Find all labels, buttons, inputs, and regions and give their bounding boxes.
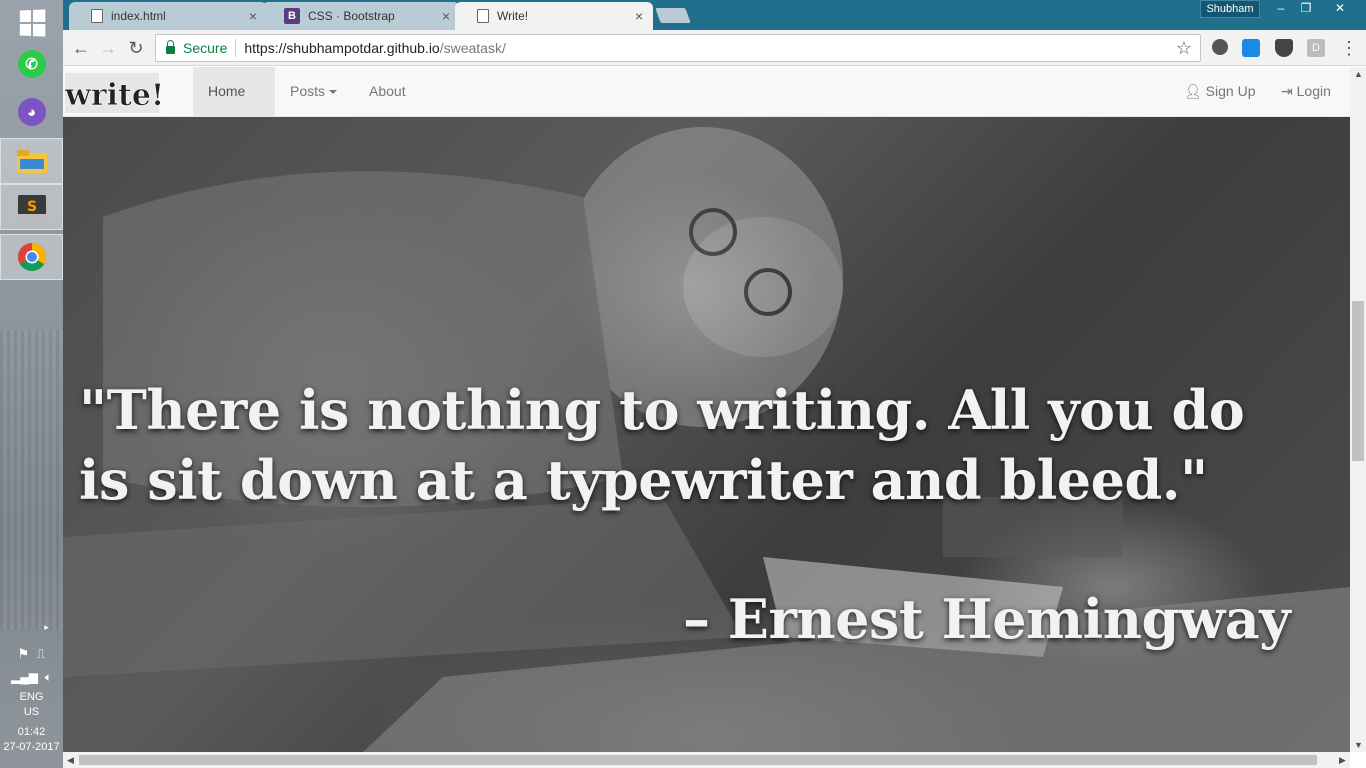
page-icon [91, 9, 103, 23]
scroll-down-icon[interactable]: ▼ [1354, 740, 1363, 750]
whatsapp-icon: ✆ [17, 50, 46, 78]
battery-plug-icon[interactable]: ⎍ [36, 646, 45, 661]
sublime-text-icon: S [17, 195, 46, 219]
profile-button[interactable]: Shubham [1200, 0, 1260, 18]
tab-css-bootstrap[interactable]: B CSS · Bootstrap × [262, 2, 460, 30]
hero-quote: "There is nothing to writing. All you do… [79, 378, 1245, 512]
user-icon: 👤︎ [1184, 83, 1202, 99]
close-tab-icon[interactable]: × [442, 8, 450, 24]
bootstrap-icon: B [284, 8, 300, 24]
hero-quote-author: – Ernest Hemingway [683, 587, 1291, 651]
nav-login[interactable]: ⇥ Login [1266, 67, 1346, 117]
tab-title: CSS · Bootstrap [308, 9, 395, 23]
clock[interactable]: 01:42 27-07-2017 [0, 726, 63, 753]
clock-time: 01:42 [17, 726, 46, 738]
chrome-button[interactable] [0, 234, 63, 280]
clock-date: 27-07-2017 [3, 741, 60, 753]
login-icon: ⇥ [1281, 83, 1293, 99]
github-cat-icon: ◕ [17, 98, 46, 126]
caret-down-icon [329, 90, 338, 95]
login-label: Login [1296, 83, 1331, 99]
extension-window-icon[interactable] [1242, 39, 1260, 57]
show-hidden-icons-button[interactable]: ▸ [0, 622, 63, 633]
restore-button[interactable]: ❐ [1293, 0, 1319, 18]
web-page: write! Home Posts About 👤︎ Sign Up ⇥ Log… [63, 67, 1350, 752]
sublime-text-button[interactable]: S [0, 184, 63, 230]
site-navbar: write! Home Posts About 👤︎ Sign Up ⇥ Log… [63, 67, 1350, 117]
hero-section: "There is nothing to writing. All you do… [63, 117, 1350, 752]
windows-start-icon [19, 9, 45, 37]
brand-logo[interactable]: write! [63, 67, 164, 117]
windows-taskbar: ✆ ◕ S ▸ ⚑ ⎍ ▂▄▆ 🔈︎ ENG US 01:42 27-07-20… [0, 0, 63, 768]
back-arrow-icon[interactable]: ← [71, 38, 91, 58]
scroll-up-icon[interactable]: ▲ [1354, 69, 1363, 79]
vertical-scroll-thumb[interactable] [1352, 301, 1364, 461]
close-tab-icon[interactable]: × [635, 8, 643, 24]
tab-strip: index.html × B CSS · Bootstrap × Write! … [63, 0, 1366, 30]
file-explorer-icon [16, 150, 47, 173]
nav-home[interactable]: Home [193, 67, 275, 117]
chrome-icon [17, 243, 46, 271]
tab-title: Write! [497, 9, 529, 23]
brand-text: write! [64, 78, 163, 113]
flag-icon[interactable]: ⚑ [18, 646, 30, 661]
secure-label: Secure [183, 40, 228, 56]
pocket-icon[interactable] [1275, 39, 1293, 57]
svg-text:S: S [27, 199, 37, 215]
nav-sign-up[interactable]: 👤︎ Sign Up [1169, 67, 1270, 117]
volume-icon[interactable]: 🔈︎ [45, 670, 52, 684]
network-signal-icon[interactable]: ▂▄▆ [11, 670, 38, 684]
extension-location-icon[interactable] [1212, 39, 1228, 55]
menu-icon[interactable]: ⋮ [1339, 38, 1359, 58]
divider [235, 39, 237, 57]
reload-icon[interactable]: ↻ [126, 38, 146, 58]
region-label: US [23, 706, 40, 718]
scroll-right-icon[interactable]: ▶ [1339, 755, 1346, 766]
new-tab-button[interactable] [655, 8, 691, 23]
tab-write[interactable]: Write! × [455, 2, 653, 30]
scroll-left-icon[interactable]: ◀ [67, 755, 74, 766]
vertical-scrollbar[interactable]: ▲ ▼ [1350, 67, 1366, 752]
language-label: ENG [19, 691, 44, 703]
bookmark-star-icon[interactable]: ☆ [1176, 38, 1192, 59]
page-icon [477, 9, 489, 23]
close-window-button[interactable]: ✕ [1327, 0, 1353, 18]
sign-up-label: Sign Up [1205, 83, 1256, 99]
language-indicator[interactable]: ENG US [0, 691, 63, 718]
nav-posts-label: Posts [290, 83, 326, 99]
github-desktop-button[interactable]: ◕ [0, 89, 63, 135]
tray-icons-row-2: ▂▄▆ 🔈︎ [0, 670, 63, 685]
whatsapp-button[interactable]: ✆ [0, 41, 63, 87]
horizontal-scrollbar[interactable]: ◀ ▶ [63, 752, 1350, 768]
minimize-button[interactable]: – [1268, 0, 1294, 18]
tray-icons-row-1: ⚑ ⎍ [0, 646, 63, 662]
chrome-window: index.html × B CSS · Bootstrap × Write! … [63, 0, 1366, 768]
url-path: /sweatask/ [439, 40, 506, 56]
lock-icon [166, 40, 175, 54]
nav-about[interactable]: About [354, 67, 421, 117]
tab-title: index.html [111, 9, 166, 23]
extension-d-icon[interactable]: D [1307, 39, 1325, 57]
forward-arrow-icon[interactable]: → [98, 38, 118, 58]
close-tab-icon[interactable]: × [249, 8, 257, 24]
nav-posts-dropdown[interactable]: Posts [275, 67, 352, 117]
url-host: https://shubhampotdar.github.io [244, 40, 440, 56]
browser-toolbar: ← → ↻ Secure https://shubhampotdar.githu… [63, 30, 1366, 66]
chevron-right-icon: ▸ [44, 622, 49, 632]
write-logo: write! [64, 73, 164, 113]
horizontal-scroll-thumb[interactable] [79, 755, 1317, 765]
windows-start-button[interactable] [0, 0, 63, 46]
address-bar[interactable]: Secure https://shubhampotdar.github.io/s… [155, 34, 1201, 62]
file-explorer-button[interactable] [0, 138, 63, 184]
tab-index-html[interactable]: index.html × [69, 2, 267, 30]
